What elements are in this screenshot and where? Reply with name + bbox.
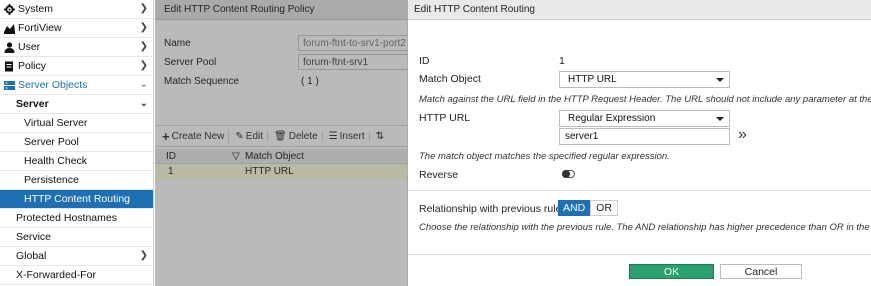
cancel-button[interactable]: Cancel	[720, 264, 802, 279]
or-option[interactable]: OR	[590, 200, 618, 216]
sidebar-item-x-forwarded-for[interactable]: X-Forwarded-For	[0, 266, 153, 285]
reverse-label: Reverse	[419, 169, 459, 181]
relationship-label: Relationship with previous rule	[419, 203, 562, 215]
dialog-footer: OK Cancel	[408, 254, 871, 286]
id-label: ID	[419, 55, 430, 67]
caret-down-icon	[716, 117, 724, 121]
dialog-title: Edit HTTP Content Routing	[408, 0, 871, 20]
sidebar-item-user[interactable]: User ❯	[0, 38, 153, 57]
chevron-right-icon: ❯	[139, 41, 148, 52]
sidebar-item-label: Server	[16, 98, 49, 110]
caret-down-icon	[716, 78, 724, 82]
sidebar-item-label: Service	[16, 231, 52, 243]
sidebar-item-label: FortiView	[18, 22, 62, 34]
sidebar-item-label: System	[18, 3, 54, 15]
toggle-knob	[562, 170, 570, 178]
gear-icon	[4, 3, 15, 15]
relationship-toggle: AND OR	[558, 200, 618, 216]
edit-routing-dialog: Edit HTTP Content Routing ID 1 Match Obj…	[407, 0, 871, 286]
sidebar-item-label: Global	[16, 250, 47, 262]
chevron-right-icon: ❯	[139, 22, 148, 33]
sidebar-item-server[interactable]: Server ⌄	[0, 95, 153, 114]
sidebar-item-virtual-server[interactable]: Virtual Server	[0, 114, 153, 133]
sidebar-item-label: HTTP Content Routing	[24, 193, 131, 205]
relationship-hint: Choose the relationship with the previou…	[419, 222, 871, 233]
sidebar-item-protected-hostnames[interactable]: Protected Hostnames	[0, 209, 153, 228]
server-icon	[4, 80, 15, 91]
chevron-down-icon: ⌄	[139, 79, 148, 90]
sidebar-item-service[interactable]: Service	[0, 228, 153, 247]
sidebar-item-server-pool[interactable]: Server Pool	[0, 133, 153, 152]
modal-overlay	[155, 0, 408, 286]
sidebar-item-label: Server Objects	[18, 79, 88, 91]
chevron-right-icon: ❯	[139, 60, 148, 71]
divider	[408, 190, 871, 191]
document-icon	[4, 61, 15, 72]
chevron-right-icon: ❯	[139, 3, 148, 14]
http-url-label: HTTP URL	[419, 112, 471, 124]
sidebar-item-label: Server Pool	[24, 136, 79, 148]
sidebar-item-persistence[interactable]: Persistence	[0, 171, 153, 190]
regex-hint: The match object matches the specified r…	[419, 151, 670, 162]
sidebar-item-label: X-Forwarded-For	[16, 269, 96, 281]
match-object-select[interactable]: HTTP URL	[559, 71, 730, 88]
double-chevron-right-icon[interactable]: »	[738, 127, 747, 143]
sidebar-item-http-content-routing[interactable]: HTTP Content Routing	[0, 190, 153, 209]
sidebar-item-label: Virtual Server	[24, 117, 88, 129]
chevron-down-icon: ⌄	[139, 98, 148, 109]
sidebar-item-system[interactable]: System ❯	[0, 0, 153, 19]
sidebar: System ❯ FortiView ❯ User ❯ Policy ❯ Ser…	[0, 0, 154, 286]
sidebar-item-label: Persistence	[24, 174, 79, 186]
id-value: 1	[559, 55, 565, 67]
sidebar-item-fortiview[interactable]: FortiView ❯	[0, 19, 153, 38]
chevron-right-icon: ❯	[139, 250, 148, 261]
sidebar-item-global[interactable]: Global ❯	[0, 247, 153, 266]
http-url-input[interactable]: server1	[559, 128, 730, 145]
match-object-label: Match Object	[419, 73, 481, 85]
chart-icon	[4, 23, 15, 34]
sidebar-item-label: User	[18, 41, 41, 53]
user-icon	[4, 41, 15, 53]
sidebar-item-health-check[interactable]: Health Check	[0, 152, 153, 171]
ok-button[interactable]: OK	[629, 264, 714, 279]
sidebar-item-policy[interactable]: Policy ❯	[0, 57, 153, 76]
sidebar-item-label: Health Check	[24, 155, 88, 167]
http-url-type-select[interactable]: Regular Expression	[559, 110, 730, 127]
reverse-toggle[interactable]	[562, 170, 575, 178]
match-object-hint: Match against the URL field in the HTTP …	[419, 94, 871, 105]
and-option[interactable]: AND	[558, 200, 591, 216]
sidebar-item-label: Policy	[18, 60, 47, 72]
sidebar-item-server-objects[interactable]: Server Objects ⌄	[0, 76, 153, 95]
sidebar-item-label: Protected Hostnames	[16, 212, 117, 224]
